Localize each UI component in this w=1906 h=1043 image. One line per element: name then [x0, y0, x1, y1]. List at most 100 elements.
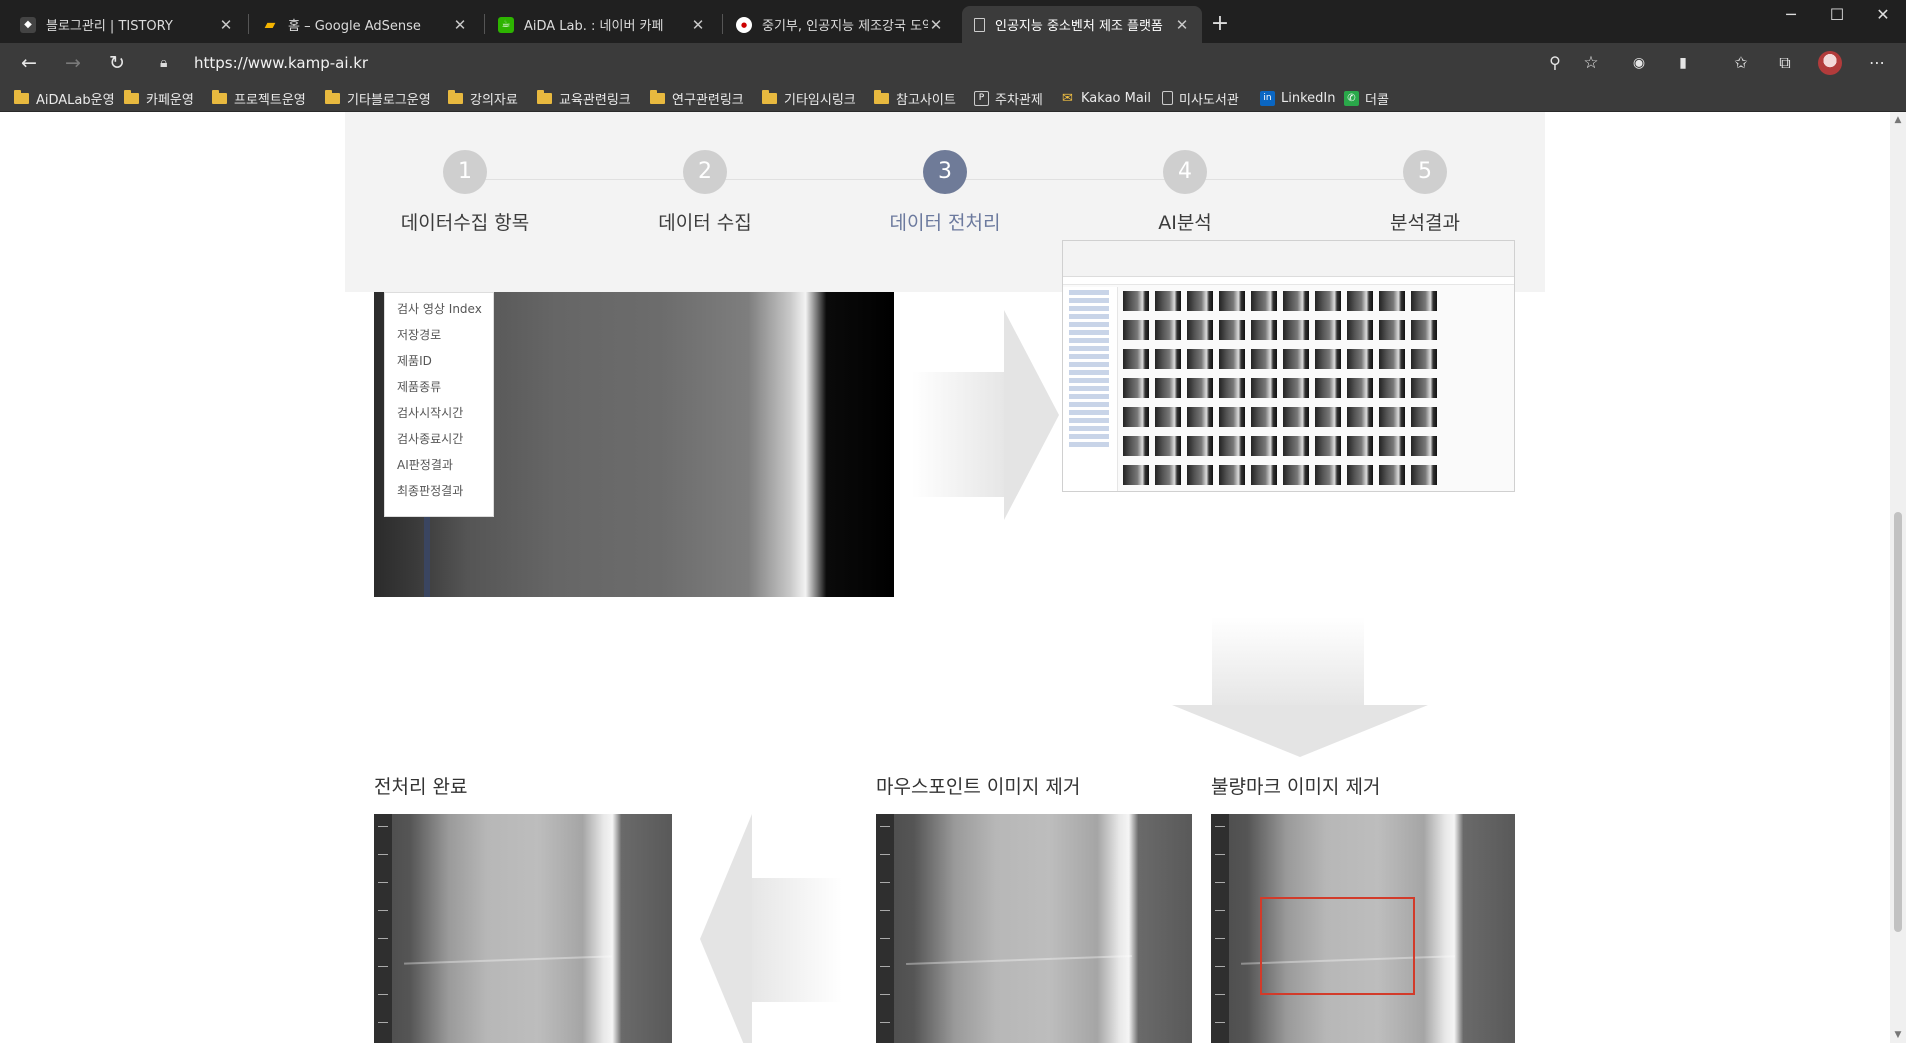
folder-icon: [762, 89, 777, 104]
folder-icon: [124, 89, 139, 104]
step-number: 1: [443, 150, 487, 194]
inspection-video-image: 검사 영상 Index 저장경로 제품ID 제품종류 검사시작시간 검사종료시간…: [374, 292, 894, 597]
image-thumbnail: [1155, 407, 1181, 427]
image-thumbnail: [1379, 465, 1405, 485]
tab-bar: ◆ 블로그관리 | TISTORY ✕ ▰ 홈 – Google AdSense…: [0, 0, 1906, 43]
news-icon: ●: [736, 16, 752, 33]
extension-icon[interactable]: ▮: [1668, 49, 1698, 77]
tab-news[interactable]: ● 중기부, 인공지능 제조강국 도약 ✕: [724, 6, 956, 43]
bookmark-aidalab[interactable]: AiDALab운영: [14, 88, 115, 108]
folder-icon: [650, 89, 665, 104]
folder-icon: [874, 89, 889, 104]
bookmark-library[interactable]: 미사도서관: [1162, 88, 1239, 108]
tab-naver-cafe[interactable]: ☕ AiDA Lab. : 네이버 카페 ✕: [486, 6, 718, 43]
close-icon[interactable]: ✕: [452, 16, 468, 34]
image-thumbnail: [1219, 436, 1245, 456]
profile-avatar[interactable]: [1818, 51, 1842, 75]
image-thumbnail: [1187, 320, 1213, 340]
data-field-item: 제품종류: [397, 380, 442, 394]
data-field-item: 검사종료시간: [397, 432, 464, 446]
bookmark-parking[interactable]: P 주차관제: [974, 88, 1043, 108]
step-label: 분석결과: [1390, 212, 1460, 234]
image-thumbnail: [1187, 465, 1213, 485]
refresh-button[interactable]: ↻: [102, 49, 132, 77]
image-thumbnail: [1219, 349, 1245, 369]
step-5[interactable]: 5 분석결과: [1325, 150, 1525, 235]
folder-icon: [14, 89, 29, 104]
tab-title: 중기부, 인공지능 제조강국 도약: [762, 19, 928, 34]
tab-title: 인공지능 중소벤처 제조 플랫폼: [995, 19, 1163, 34]
favorite-star-icon[interactable]: ☆: [1576, 49, 1606, 77]
image-thumbnail: [1379, 320, 1405, 340]
image-thumbnail: [1315, 436, 1341, 456]
image-thumbnail: [1411, 320, 1437, 340]
page-scrollbar[interactable]: ▲ ▼: [1890, 112, 1906, 1043]
image-thumbnail: [1315, 378, 1341, 398]
address-bar[interactable]: 🔒︎ https://www.kamp-ai.kr: [150, 48, 1600, 78]
scroll-up-icon[interactable]: ▲: [1893, 115, 1903, 125]
extension-record-icon[interactable]: ◉: [1624, 49, 1654, 77]
bookmark-reference[interactable]: 참고사이트: [874, 88, 956, 108]
bookmark-edu[interactable]: 교육관련링크: [537, 88, 631, 108]
minimize-button[interactable]: ─: [1768, 0, 1814, 30]
search-icon[interactable]: ⚲: [1540, 49, 1570, 77]
new-tab-button[interactable]: +: [1206, 10, 1234, 38]
tab-tistory[interactable]: ◆ 블로그관리 | TISTORY ✕: [8, 6, 246, 43]
more-menu-icon[interactable]: ⋯: [1862, 49, 1892, 77]
bookmark-linkedin[interactable]: in LinkedIn: [1260, 88, 1335, 108]
image-thumbnail: [1155, 378, 1181, 398]
tab-kamp[interactable]: 인공지능 중소벤처 제조 플랫폼 ✕: [962, 6, 1202, 43]
bookmark-label: 기타임시링크: [784, 92, 856, 108]
bookmark-label: 미사도서관: [1179, 92, 1239, 108]
close-icon[interactable]: ✕: [928, 16, 944, 34]
image-thumbnail: [1251, 291, 1277, 311]
image-thumbnail: [1347, 378, 1373, 398]
folder-icon: [448, 89, 463, 104]
data-field-item: 제품ID: [397, 354, 432, 368]
bookmark-kakao-mail[interactable]: ✉ Kakao Mail: [1060, 88, 1151, 108]
step-3[interactable]: 3 데이터 전처리: [845, 150, 1045, 235]
image-thumbnail: [1187, 436, 1213, 456]
step-label: 데이터 전처리: [889, 212, 1001, 234]
image-thumbnail: [1219, 407, 1245, 427]
step-4[interactable]: 4 AI분석: [1085, 150, 1285, 235]
image-thumbnail: [1251, 320, 1277, 340]
forward-button[interactable]: →: [58, 49, 88, 77]
bookmark-research[interactable]: 연구관련링크: [650, 88, 744, 108]
collections-icon[interactable]: ⧉: [1770, 49, 1800, 77]
data-field-item: 검사 영상 Index: [397, 302, 482, 316]
scroll-thumb[interactable]: [1894, 512, 1902, 932]
bookmark-thecall[interactable]: ✆ 더콜: [1344, 88, 1389, 108]
tistory-icon: ◆: [20, 16, 36, 33]
scroll-down-icon[interactable]: ▼: [1893, 1030, 1903, 1040]
data-field-list: 검사 영상 Index 저장경로 제품ID 제품종류 검사시작시간 검사종료시간…: [384, 292, 494, 517]
linkedin-icon: in: [1260, 90, 1275, 106]
image-thumbnail: [1155, 349, 1181, 369]
close-icon[interactable]: ✕: [690, 16, 706, 34]
bookmark-lecture[interactable]: 강의자료: [448, 88, 518, 108]
step-2[interactable]: 2 데이터 수집: [605, 150, 805, 235]
image-thumbnail: [1283, 378, 1309, 398]
arrow-right-shaft: [912, 372, 1005, 497]
bookmark-cafe[interactable]: 카페운영: [124, 88, 194, 108]
close-icon[interactable]: ✕: [218, 16, 234, 34]
close-window-button[interactable]: ✕: [1860, 0, 1906, 30]
arrow-down-shaft: [1212, 617, 1364, 705]
bookmark-blog[interactable]: 기타블로그운영: [325, 88, 431, 108]
close-icon[interactable]: ✕: [1174, 16, 1190, 34]
favorites-list-icon[interactable]: ✩: [1726, 49, 1756, 77]
image-thumbnail: [1283, 291, 1309, 311]
page-icon: [1162, 91, 1173, 105]
step-1[interactable]: 1 데이터수집 항목: [365, 150, 565, 235]
bookmark-project[interactable]: 프로젝트운영: [212, 88, 306, 108]
image-thumbnail: [1315, 407, 1341, 427]
image-thumbnail: [1187, 378, 1213, 398]
bookmark-temp[interactable]: 기타임시링크: [762, 88, 856, 108]
mouse-removed-image: [876, 814, 1192, 1043]
back-button[interactable]: ←: [14, 49, 44, 77]
image-thumbnail: [1123, 378, 1149, 398]
folder-icon: [212, 89, 227, 104]
image-thumbnail: [1315, 320, 1341, 340]
maximize-button[interactable]: ☐: [1814, 0, 1860, 30]
tab-adsense[interactable]: ▰ 홈 – Google AdSense ✕: [250, 6, 480, 43]
